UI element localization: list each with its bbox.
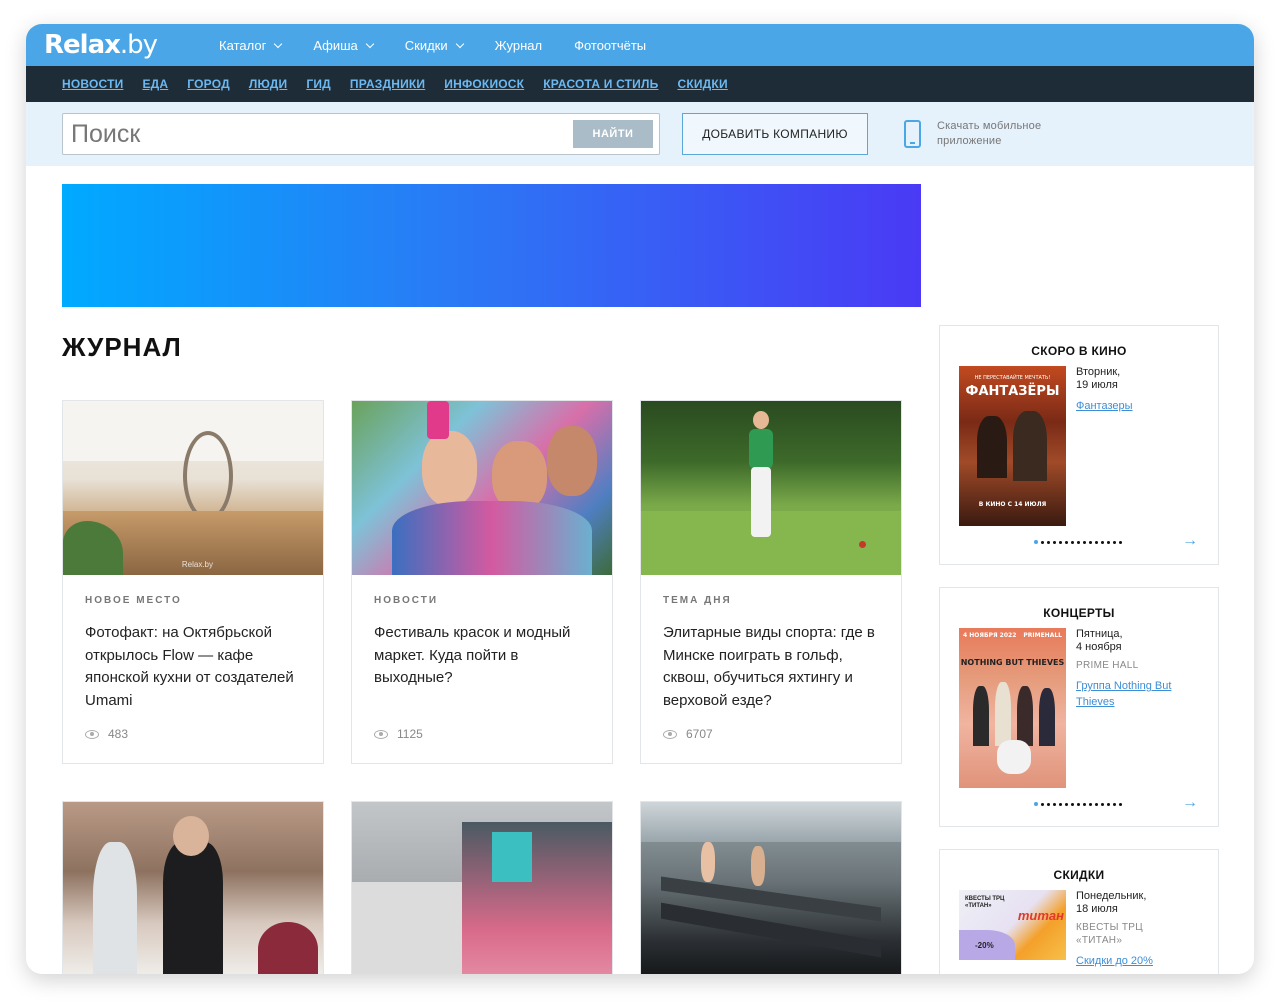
search-input[interactable]	[71, 119, 573, 149]
view-count: 483	[85, 727, 128, 741]
concert-poster[interactable]: 4 НОЯБРЯ 2022 PRIMEHALL NOTHING BUT THIE…	[959, 628, 1066, 788]
article-card[interactable]: НОВОСТИ Фестиваль красок и модный маркет…	[351, 400, 613, 764]
poster-date: 4 НОЯБРЯ 2022	[963, 632, 1017, 639]
article-image[interactable]	[641, 401, 901, 575]
event-info: Вторник, 19 июля Фантазеры	[1066, 366, 1176, 526]
view-count: 1125	[374, 727, 423, 741]
article-image[interactable]	[352, 802, 612, 974]
category-nav: НОВОСТИ ЕДА ГОРОД ЛЮДИ ГИД ПРАЗДНИКИ ИНФ…	[26, 66, 1254, 102]
page-title: ЖУРНАЛ	[62, 332, 182, 362]
article-card[interactable]: Relax.by НОВОЕ МЕСТО Фотофакт: на Октябр…	[62, 400, 324, 764]
browser-window: Relax.by Каталог Афиша Скидки Журнал Фот…	[26, 24, 1254, 974]
top-navbar: Relax.by Каталог Афиша Скидки Журнал Фот…	[26, 24, 1254, 66]
chevron-down-icon	[274, 39, 283, 48]
article-card[interactable]	[640, 801, 902, 974]
phone-icon	[904, 120, 921, 148]
movie-poster[interactable]: НЕ ПЕРЕСТАВАЙТЕ МЕЧТАТЬ! ФАНТАЗЁРЫ В КИН…	[959, 366, 1066, 526]
poster-release: В КИНО С 14 ИЮЛЯ	[978, 501, 1047, 508]
site-logo[interactable]: Relax.by	[44, 24, 158, 66]
carousel-dots[interactable]	[940, 802, 1218, 806]
article-title[interactable]: Фотофакт: на Октябрьской открылось Flow …	[85, 622, 301, 712]
poster-word: титан	[1017, 908, 1064, 923]
sidebar-discounts: СКИДКИ КВЕСТЫ ТРЦ «ТИТАН» -20% титан Пон…	[939, 849, 1219, 974]
search-box: НАЙТИ	[62, 113, 660, 155]
article-title[interactable]: Фестиваль красок и модный маркет. Куда п…	[374, 622, 590, 690]
eye-icon	[663, 729, 677, 739]
category-link-beauty[interactable]: КРАСОТА И СТИЛЬ	[543, 77, 658, 91]
article-card[interactable]	[351, 801, 613, 974]
ad-banner[interactable]	[62, 184, 921, 307]
article-image[interactable]	[641, 802, 901, 974]
article-tag: НОВОСТИ	[374, 595, 439, 606]
article-tag: ТЕМА ДНЯ	[663, 595, 732, 606]
nav-journal[interactable]: Журнал	[495, 38, 542, 53]
article-tag: НОВОЕ МЕСТО	[85, 595, 182, 606]
category-link-news[interactable]: НОВОСТИ	[62, 77, 123, 91]
article-image[interactable]: Relax.by	[63, 401, 323, 575]
category-link-guide[interactable]: ГИД	[306, 77, 331, 91]
eye-icon	[374, 729, 388, 739]
nav-photoreports[interactable]: Фотоотчёты	[574, 38, 646, 53]
category-link-food[interactable]: ЕДА	[142, 77, 168, 91]
add-company-button[interactable]: ДОБАВИТЬ КОМПАНИЮ	[682, 113, 868, 155]
mobile-app-link[interactable]: Скачать мобильное приложение	[904, 119, 1067, 149]
sidebar-title: СКИДКИ	[1053, 868, 1105, 882]
category-link-sales[interactable]: СКИДКИ	[677, 77, 727, 91]
category-link-holidays[interactable]: ПРАЗДНИКИ	[350, 77, 425, 91]
arrow-right-icon[interactable]: →	[1182, 532, 1198, 550]
article-title[interactable]: Элитарные виды спорта: где в Минске поиг…	[663, 622, 879, 712]
poster-band: NOTHING BUT THIEVES	[960, 658, 1065, 667]
nav-afisha[interactable]: Афиша	[313, 38, 374, 53]
category-link-infokiosk[interactable]: ИНФОКИОСК	[444, 77, 524, 91]
sidebar-title: КОНЦЕРТЫ	[1043, 606, 1115, 620]
poster-label: КВЕСТЫ ТРЦ «ТИТАН»	[965, 896, 1005, 909]
image-watermark: Relax.by	[181, 560, 213, 569]
article-card[interactable]: ТЕМА ДНЯ Элитарные виды спорта: где в Ми…	[640, 400, 902, 764]
event-link[interactable]: Скидки до 20%	[1076, 953, 1176, 969]
search-strip: НАЙТИ ДОБАВИТЬ КОМПАНИЮ Скачать мобильно…	[26, 102, 1254, 166]
nav-discounts[interactable]: Скидки	[405, 38, 464, 53]
article-image[interactable]	[63, 802, 323, 974]
poster-title: ФАНТАЗЁРЫ	[965, 384, 1060, 399]
article-image[interactable]	[352, 401, 612, 575]
sidebar-concerts: КОНЦЕРТЫ 4 НОЯБРЯ 2022 PRIMEHALL NOTHING…	[939, 587, 1219, 827]
sidebar-title: СКОРО В КИНО	[1031, 344, 1127, 358]
carousel-dots[interactable]	[940, 540, 1218, 544]
mobile-app-text: Скачать мобильное приложение	[937, 120, 1042, 147]
search-button[interactable]: НАЙТИ	[573, 120, 653, 148]
poster-venue: PRIMEHALL	[1023, 632, 1062, 639]
event-info: Пятница, 4 ноября PRIME HALL Группа Noth…	[1066, 628, 1176, 788]
event-link[interactable]: Группа Nothing But Thieves	[1076, 678, 1176, 710]
poster-percent: -20%	[975, 941, 994, 950]
event-link[interactable]: Фантазеры	[1076, 398, 1176, 414]
category-link-city[interactable]: ГОРОД	[187, 77, 230, 91]
discount-poster[interactable]: КВЕСТЫ ТРЦ «ТИТАН» -20% титан	[959, 890, 1066, 960]
article-card[interactable]	[62, 801, 324, 974]
sidebar-cinema: СКОРО В КИНО НЕ ПЕРЕСТАВАЙТЕ МЕЧТАТЬ! ФА…	[939, 325, 1219, 565]
view-count: 6707	[663, 727, 713, 741]
eye-icon	[85, 729, 99, 739]
nav-catalog[interactable]: Каталог	[219, 38, 283, 53]
poster-tagline: НЕ ПЕРЕСТАВАЙТЕ МЕЧТАТЬ!	[974, 375, 1051, 381]
chevron-down-icon	[365, 39, 374, 48]
event-info: Понедельник, 18 июля КВЕСТЫ ТРЦ «ТИТАН» …	[1066, 890, 1176, 969]
chevron-down-icon	[455, 39, 464, 48]
arrow-right-icon[interactable]: →	[1182, 794, 1198, 812]
category-link-people[interactable]: ЛЮДИ	[249, 77, 287, 91]
main-nav: Каталог Афиша Скидки Журнал Фотоотчёты	[219, 38, 678, 53]
